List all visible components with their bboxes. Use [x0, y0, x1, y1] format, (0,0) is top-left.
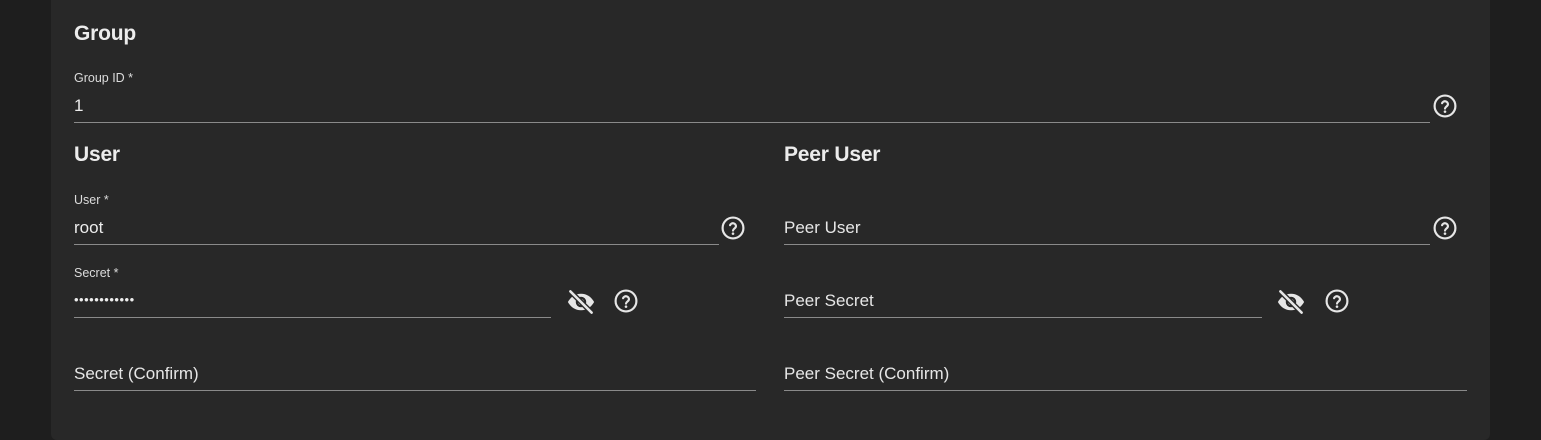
- user-help-icon[interactable]: [720, 215, 746, 241]
- group-id-label: Group ID *: [74, 71, 134, 85]
- secret-input[interactable]: ••••••••••••: [74, 291, 551, 318]
- user-input[interactable]: root: [74, 218, 719, 245]
- secret-value: ••••••••••••: [74, 292, 135, 307]
- secret-confirm-placeholder: Secret (Confirm): [74, 364, 199, 383]
- user-section-title: User: [74, 143, 120, 166]
- peer-user-section-title: Peer User: [784, 143, 881, 166]
- peer-secret-confirm-input[interactable]: Peer Secret (Confirm): [784, 364, 1467, 391]
- peer-secret-help-icon[interactable]: [1324, 288, 1350, 314]
- peer-eye-off-icon[interactable]: [1274, 287, 1308, 317]
- group-id-value: 1: [74, 96, 84, 115]
- eye-off-icon[interactable]: [564, 287, 598, 317]
- group-id-input[interactable]: 1: [74, 96, 1430, 123]
- form-card: Group Group ID * 1 User User * root Secr…: [51, 0, 1490, 440]
- secret-confirm-input[interactable]: Secret (Confirm): [74, 364, 756, 391]
- secret-label: Secret *: [74, 266, 119, 280]
- peer-user-input[interactable]: Peer User: [784, 218, 1430, 245]
- peer-user-placeholder: Peer User: [784, 218, 861, 237]
- peer-secret-confirm-placeholder: Peer Secret (Confirm): [784, 364, 950, 383]
- group-section-title: Group: [74, 22, 136, 45]
- group-id-help-icon[interactable]: [1432, 93, 1458, 119]
- user-value: root: [74, 218, 104, 237]
- peer-secret-placeholder: Peer Secret: [784, 291, 874, 310]
- peer-secret-input[interactable]: Peer Secret: [784, 291, 1262, 318]
- user-label: User *: [74, 193, 109, 207]
- secret-help-icon[interactable]: [613, 288, 639, 314]
- peer-user-help-icon[interactable]: [1432, 215, 1458, 241]
